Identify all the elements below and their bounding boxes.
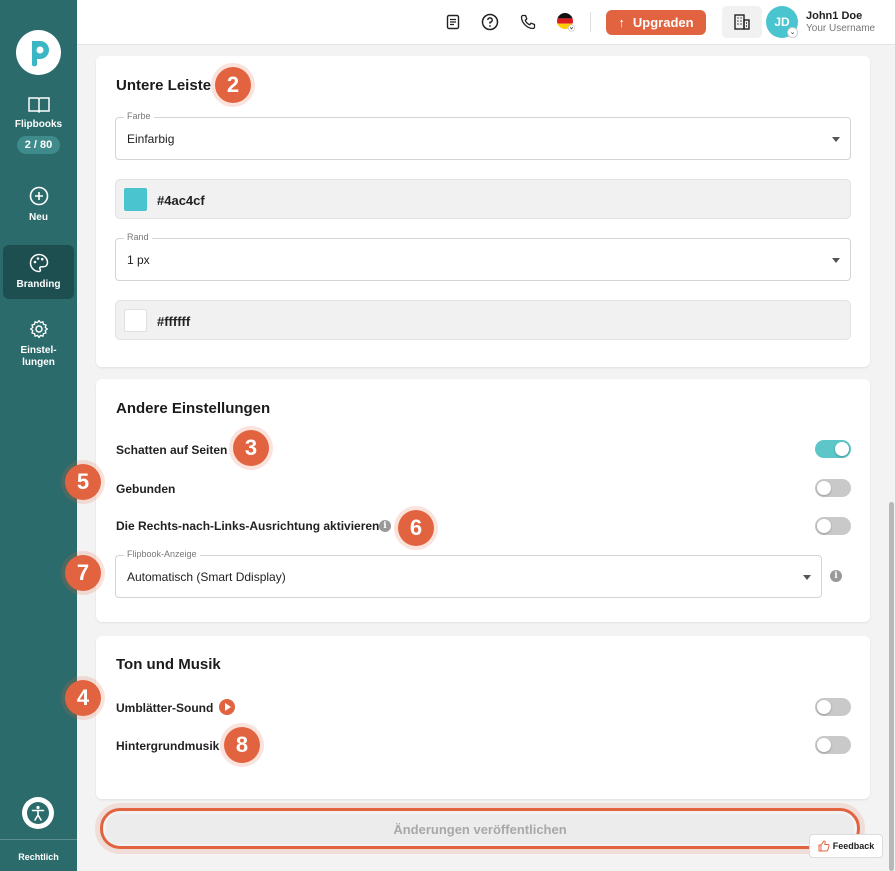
sound-card: Ton und Musik Umblätter-Sound Hintergrun… xyxy=(96,636,870,799)
info-icon[interactable]: i xyxy=(379,520,391,532)
feedback-button[interactable]: Feedback xyxy=(809,834,883,858)
other-settings-card: Andere Einstellungen Schatten auf Seiten… xyxy=(96,379,870,622)
organization-button[interactable] xyxy=(722,6,762,38)
page-sound-label: Umblätter-Sound xyxy=(116,701,214,715)
toggle-knob xyxy=(835,442,849,456)
sidebar-item-label: Flipbooks xyxy=(14,119,63,130)
bound-setting-label: Gebunden xyxy=(116,482,176,496)
color-hex-value[interactable]: #4ac4cf xyxy=(157,193,205,208)
top-bar: ↑ Upgraden JD ⌄ John1 Doe Your Username xyxy=(77,0,895,45)
section-title: Untere Leiste xyxy=(116,77,212,94)
book-open-icon xyxy=(27,97,50,113)
field-value: Einfarbig xyxy=(127,132,175,146)
bar-color-picker[interactable]: #4ac4cf xyxy=(115,179,851,219)
rtl-setting-label: Die Rechts-nach-Links-Ausrichtung aktivi… xyxy=(116,519,380,533)
dropdown-caret-icon xyxy=(832,137,840,142)
user-username: Your Username xyxy=(806,23,876,34)
field-value: 1 px xyxy=(127,253,150,267)
upgrade-button[interactable]: ↑ Upgraden xyxy=(606,10,706,35)
accessibility-button[interactable] xyxy=(22,797,54,829)
building-icon xyxy=(734,14,750,30)
bottom-bar-card: Untere Leiste Farbe Einfarbig #4ac4cf Ra… xyxy=(96,56,870,367)
shadow-setting-label: Schatten auf Seiten xyxy=(116,443,228,457)
rtl-toggle[interactable] xyxy=(815,517,851,535)
step-marker: 4 xyxy=(65,680,101,716)
color-hex-value[interactable]: #ffffff xyxy=(157,314,190,329)
gear-icon xyxy=(29,319,48,339)
page-sound-toggle[interactable] xyxy=(815,698,851,716)
color-mode-select[interactable]: Farbe Einfarbig xyxy=(115,111,851,160)
dropdown-caret-icon xyxy=(832,258,840,263)
logo-icon xyxy=(31,40,49,66)
field-label: Flipbook-Anzeige xyxy=(124,549,200,559)
sidebar-item-label: Branding xyxy=(16,279,61,290)
toggle-knob xyxy=(817,738,831,752)
sidebar-item-label: Einstel- lungen xyxy=(20,345,57,368)
step-marker: 2 xyxy=(215,67,251,103)
plus-circle-icon xyxy=(29,186,48,206)
step-marker: 5 xyxy=(65,464,101,500)
play-icon[interactable] xyxy=(219,699,235,715)
sidebar-item-label: Neu xyxy=(29,212,48,223)
sidebar: Flipbooks 2 / 80 Neu Branding Einstel- l… xyxy=(0,0,77,871)
bound-toggle[interactable] xyxy=(815,479,851,497)
sidebar-item-branding[interactable]: Branding xyxy=(3,245,74,299)
field-value: Automatisch (Smart Ddisplay) xyxy=(127,570,286,584)
phone-icon[interactable] xyxy=(518,12,538,32)
sidebar-item-einstellungen[interactable]: Einstel- lungen xyxy=(0,319,77,369)
background-music-label: Hintergrundmusik xyxy=(116,739,220,753)
scrollbar-thumb[interactable] xyxy=(889,502,894,871)
color-swatch[interactable] xyxy=(124,309,147,332)
document-icon[interactable] xyxy=(443,12,463,32)
field-label: Rand xyxy=(124,232,152,242)
info-icon[interactable]: i xyxy=(830,570,842,582)
accessibility-icon xyxy=(27,802,49,824)
flipbook-count-badge: 2 / 80 xyxy=(16,136,61,154)
publish-button[interactable]: Änderungen veröffentlichen xyxy=(106,814,854,844)
step-marker: 7 xyxy=(65,555,101,591)
palette-icon xyxy=(29,253,48,273)
field-label: Farbe xyxy=(124,111,154,121)
color-swatch[interactable] xyxy=(124,188,147,211)
legal-link[interactable]: Rechtlich xyxy=(0,839,77,862)
step-marker: 8 xyxy=(224,727,260,763)
sidebar-item-flipbooks[interactable]: Flipbooks 2 / 80 xyxy=(0,95,77,154)
app-logo[interactable] xyxy=(16,30,61,75)
sidebar-item-neu[interactable]: Neu xyxy=(0,186,77,224)
section-title: Ton und Musik xyxy=(116,656,221,673)
section-title: Andere Einstellungen xyxy=(116,400,271,417)
toggle-knob xyxy=(817,700,831,714)
toggle-knob xyxy=(817,519,831,533)
step-marker: 3 xyxy=(233,430,269,466)
border-select[interactable]: Rand 1 px xyxy=(115,232,851,281)
arrow-up-icon: ↑ xyxy=(618,15,625,30)
flipbook-display-select[interactable]: Flipbook-Anzeige Automatisch (Smart Ddis… xyxy=(115,549,822,598)
border-color-picker[interactable]: #ffffff xyxy=(115,300,851,340)
shadow-toggle[interactable] xyxy=(815,440,851,458)
thumbs-icon xyxy=(818,840,830,852)
language-flag-de-icon[interactable] xyxy=(556,12,576,32)
background-music-toggle[interactable] xyxy=(815,736,851,754)
step-marker: 6 xyxy=(398,510,434,546)
toolbar-divider xyxy=(590,12,591,32)
help-icon[interactable] xyxy=(480,12,500,32)
toggle-knob xyxy=(817,481,831,495)
chevron-down-icon[interactable]: ⌄ xyxy=(787,27,798,38)
user-name: John1 Doe xyxy=(806,10,863,22)
dropdown-caret-icon xyxy=(803,575,811,580)
